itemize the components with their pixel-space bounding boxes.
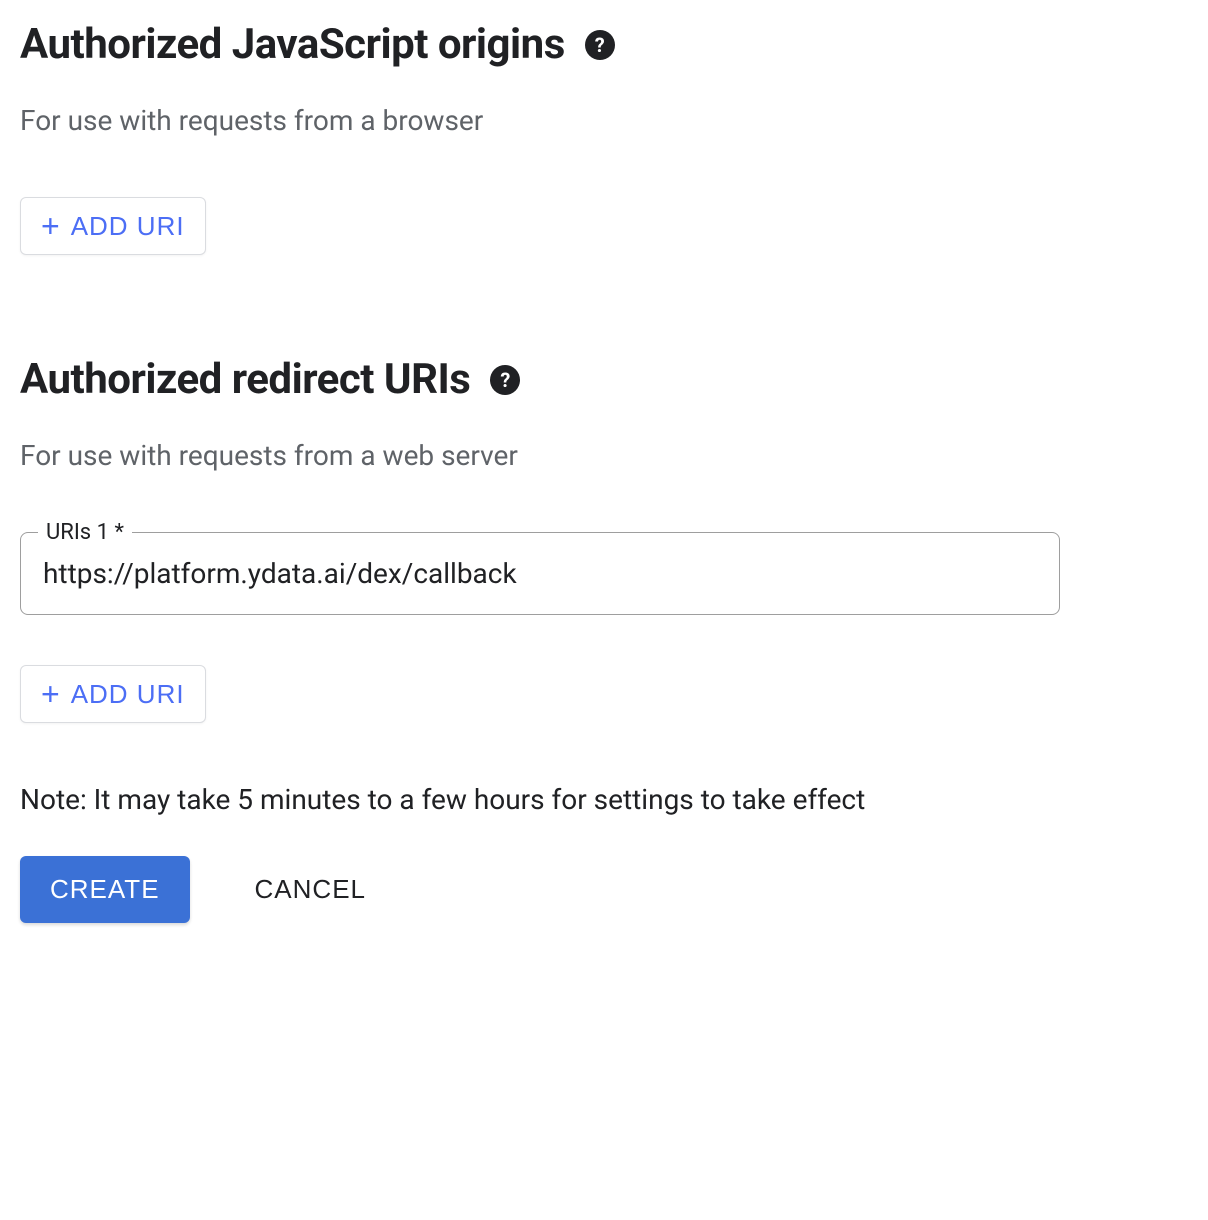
settings-note: Note: It may take 5 minutes to a few hou… xyxy=(20,783,1188,816)
add-uri-label: ADD URI xyxy=(71,211,185,242)
js-origins-title: Authorized JavaScript origins xyxy=(20,20,565,69)
help-icon[interactable]: ? xyxy=(585,30,615,60)
js-origins-description: For use with requests from a browser xyxy=(20,104,1188,137)
redirect-uris-title: Authorized redirect URIs xyxy=(20,355,470,404)
js-origins-section: Authorized JavaScript origins ? For use … xyxy=(20,20,1188,255)
uri-input-wrapper: URIs 1 * xyxy=(20,532,1188,615)
action-buttons: CREATE CANCEL xyxy=(20,856,1188,923)
create-button[interactable]: CREATE xyxy=(20,856,190,923)
add-uri-label: ADD URI xyxy=(71,679,185,710)
plus-icon: + xyxy=(41,678,61,710)
cancel-button[interactable]: CANCEL xyxy=(245,856,376,923)
add-uri-button[interactable]: + ADD URI xyxy=(20,197,206,255)
help-icon[interactable]: ? xyxy=(490,365,520,395)
redirect-uris-section: Authorized redirect URIs ? For use with … xyxy=(20,355,1188,923)
redirect-uris-description: For use with requests from a web server xyxy=(20,439,1188,472)
plus-icon: + xyxy=(41,210,61,242)
add-uri-button[interactable]: + ADD URI xyxy=(20,665,206,723)
redirect-uris-header: Authorized redirect URIs ? xyxy=(20,355,1188,404)
uri-input[interactable] xyxy=(20,532,1060,615)
js-origins-header: Authorized JavaScript origins ? xyxy=(20,20,1188,69)
uri-field-label: URIs 1 * xyxy=(38,520,132,545)
